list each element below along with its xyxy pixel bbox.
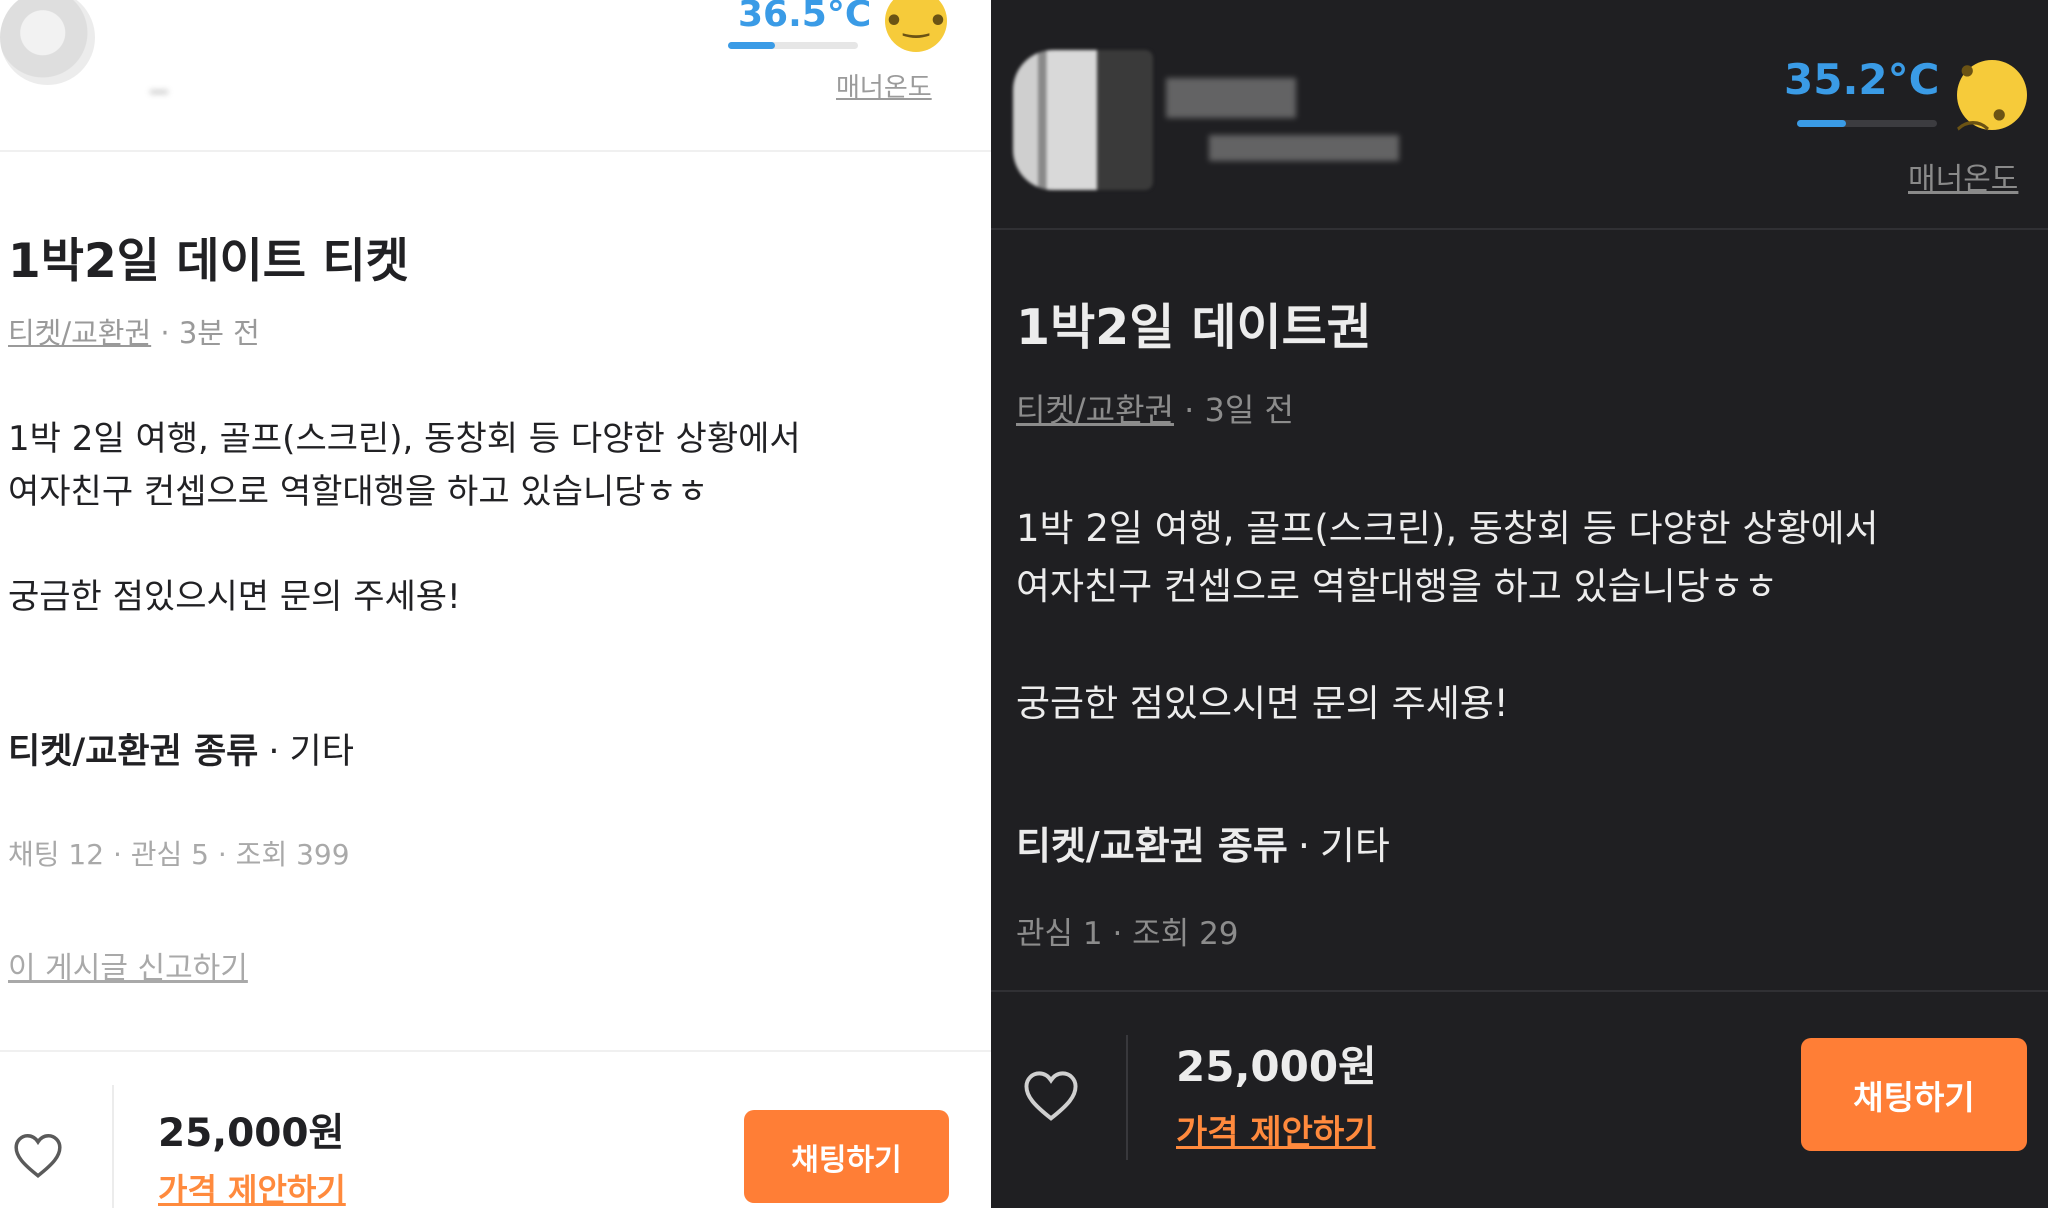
meta-dot: · [160,316,179,350]
listing-stats: 관심 1 · 조회 29 [1016,916,1239,952]
dark-listing-panel: 35.2°C •︵• 매너온도 1박2일 데이트권 티켓/교환권 · 3일 전 … [991,0,2048,1208]
seller-avatar[interactable] [0,0,95,85]
manner-temperature-bar [1797,120,1937,127]
listing-description: 1박 2일 여행, 골프(스크린), 동창회 등 다양한 상황에서 여자친구 컨… [1016,507,1879,726]
manner-temperature-fill [1797,120,1847,127]
ticket-type-key: 티켓/교환권 종류 [1016,824,1288,868]
ticket-type-attribute: 티켓/교환권 종류 · 기타 [8,723,354,774]
seller-nickname-blurred [150,90,168,94]
manner-temperature-fill [728,42,776,49]
attr-separator: · [268,732,280,772]
listing-meta: 티켓/교환권 · 3일 전 [1016,385,1294,431]
report-post-link[interactable]: 이 게시글 신고하기 [8,943,248,987]
bottom-bar-divider [0,1050,991,1052]
seller-avatar[interactable] [1013,50,1153,190]
manner-temperature-label[interactable]: 매너온도 [1908,154,2018,198]
price: 25,000원 [158,1111,345,1156]
listing-title: 1박2일 데이트권 [1016,299,1372,356]
posted-time: 3분 전 [178,316,260,350]
smiley-face-icon: •︵• [1957,53,2027,135]
favorite-button[interactable] [1016,1060,1086,1130]
attr-separator: · [1297,824,1310,868]
category-link[interactable]: 티켓/교환권 [1016,391,1174,429]
favorite-button[interactable] [8,1125,68,1185]
meta-dot: · [1184,391,1205,429]
light-listing-panel: 36.5°C •‿• 매너온도 1박2일 데이트 티켓 티켓/교환권 · 3분 … [0,0,991,1208]
category-link[interactable]: 티켓/교환권 [8,316,151,350]
listing-stats: 채팅 12 · 관심 5 · 조회 399 [8,838,350,871]
manner-temperature-value: 36.5°C [738,0,872,35]
bottom-bar-vertical-divider [1126,1035,1128,1160]
price: 25,000원 [1176,1042,1377,1091]
bottom-bar-divider [991,990,2048,992]
chat-button[interactable]: 채팅하기 [1801,1038,2027,1151]
heart-icon [1024,1071,1078,1121]
seller-location-blurred [1209,135,1399,161]
listing-title: 1박2일 데이트 티켓 [8,234,409,289]
manner-temperature-bar [728,42,858,49]
bottom-bar-vertical-divider [112,1085,114,1208]
heart-icon [14,1134,62,1178]
ticket-type-value: 기타 [1319,824,1390,868]
smiley-face-icon: •‿• [884,0,948,52]
listing-meta: 티켓/교환권 · 3분 전 [8,310,260,352]
profile-divider [991,228,2048,230]
chat-button[interactable]: 채팅하기 [744,1110,949,1203]
price-offer-link[interactable]: 가격 제안하기 [1176,1105,1376,1154]
ticket-type-key: 티켓/교환권 종류 [8,732,259,772]
manner-temperature-label[interactable]: 매너온도 [836,67,932,104]
ticket-type-attribute: 티켓/교환권 종류 · 기타 [1016,815,1390,870]
seller-nickname-blurred [1166,78,1296,118]
listing-description: 1박 2일 여행, 골프(스크린), 동창회 등 다양한 상황에서 여자친구 컨… [8,419,801,618]
ticket-type-value: 기타 [289,732,354,772]
posted-time: 3일 전 [1204,391,1294,429]
price-offer-link[interactable]: 가격 제안하기 [158,1165,346,1208]
manner-temperature-value: 35.2°C [1784,55,1940,104]
profile-divider [0,150,991,152]
